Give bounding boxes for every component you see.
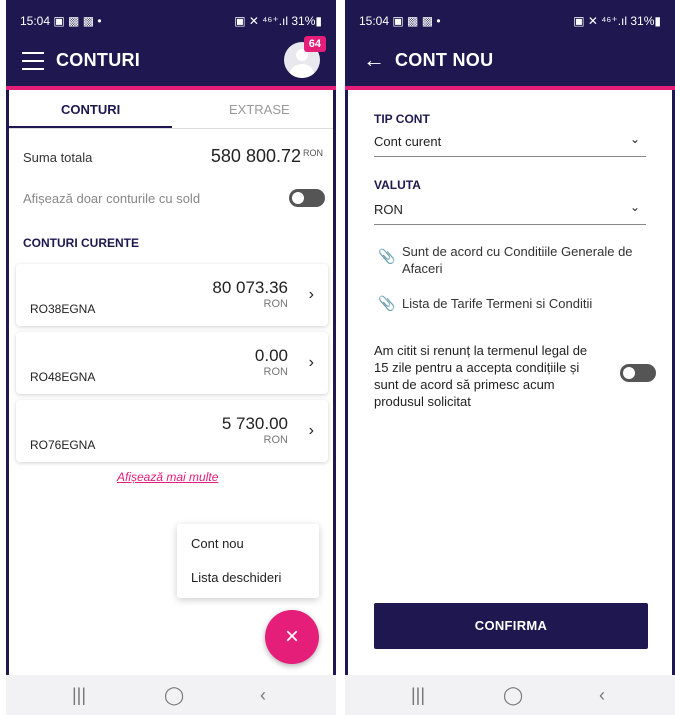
phone-accounts: 15:04 ▣ ▩ ▩ • ▣ ✕ ⁴⁶⁺.ıl 31%▮ CONTURI 64… bbox=[6, 0, 336, 715]
close-icon: × bbox=[284, 623, 299, 650]
account-card[interactable]: 0.00 RON RO48EGNA › bbox=[16, 332, 328, 394]
account-type-select[interactable]: Cont curent ⌄ bbox=[374, 132, 646, 157]
currency-label: VALUTA bbox=[374, 178, 421, 192]
menu-item-new-account[interactable]: Cont nou bbox=[191, 536, 244, 551]
account-amount: 5 730.00 bbox=[221, 414, 288, 433]
status-time: 15:04 ▣ ▩ ▩ • bbox=[20, 14, 102, 28]
status-bar: 15:04 ▣ ▩ ▩ • ▣ ✕ ⁴⁶⁺.ıl 31%▮ bbox=[345, 0, 675, 36]
status-time: 15:04 ▣ ▩ ▩ • bbox=[359, 14, 441, 28]
account-currency: RON bbox=[263, 434, 288, 446]
account-iban: RO38EGNA bbox=[30, 302, 96, 316]
account-currency: RON bbox=[263, 366, 288, 378]
page-title: CONTURI bbox=[56, 50, 141, 70]
tab-bar: CONTURI EXTRASE bbox=[9, 90, 333, 129]
chevron-right-icon: › bbox=[308, 286, 314, 303]
back-nav-icon[interactable]: ‹ bbox=[260, 685, 266, 706]
consent-text: Am citit si renunț la termenul legal de … bbox=[374, 343, 588, 409]
terms-link[interactable]: Sunt de acord cu Conditiile Generale de … bbox=[402, 243, 646, 277]
account-iban: RO76EGNA bbox=[30, 438, 96, 452]
section-title: CONTURI CURENTE bbox=[23, 236, 139, 250]
tariffs-link[interactable]: Lista de Tarife Termeni si Conditii bbox=[402, 295, 646, 312]
chevron-right-icon: › bbox=[308, 422, 314, 439]
consent-toggle[interactable] bbox=[620, 364, 656, 382]
currency-select[interactable]: RON ⌄ bbox=[374, 200, 646, 225]
home-icon[interactable]: ◯ bbox=[503, 685, 523, 706]
account-type-value: Cont curent bbox=[374, 134, 442, 149]
currency-value: RON bbox=[374, 202, 403, 217]
menu-icon[interactable] bbox=[22, 52, 44, 70]
status-indicators: ▣ ✕ ⁴⁶⁺.ıl 31%▮ bbox=[573, 14, 661, 28]
account-card[interactable]: 80 073.36 RON RO38EGNA › bbox=[16, 264, 328, 326]
notification-badge: 64 bbox=[303, 36, 326, 52]
chevron-right-icon: › bbox=[308, 354, 314, 371]
phone-new-account: 15:04 ▣ ▩ ▩ • ▣ ✕ ⁴⁶⁺.ıl 31%▮ ← CONT NOU… bbox=[345, 0, 675, 715]
total-value: 580 800.72 bbox=[210, 146, 301, 166]
app-bar: ← CONT NOU bbox=[345, 36, 675, 88]
paperclip-icon: 📎 bbox=[378, 295, 396, 311]
recents-icon[interactable]: ||| bbox=[72, 685, 86, 706]
tab-indicator bbox=[9, 126, 172, 128]
paperclip-icon: 📎 bbox=[378, 248, 396, 264]
close-fab-button[interactable]: × bbox=[265, 610, 319, 664]
account-card[interactable]: 5 730.00 RON RO76EGNA › bbox=[16, 400, 328, 462]
menu-item-open-list[interactable]: Lista deschideri bbox=[191, 570, 281, 585]
new-account-screen: TIP CONT Cont curent ⌄ VALUTA RON ⌄ 📎 Su… bbox=[348, 90, 672, 675]
app-bar: CONTURI 64 bbox=[6, 36, 336, 88]
balance-filter-toggle[interactable] bbox=[289, 189, 325, 207]
home-icon[interactable]: ◯ bbox=[164, 685, 184, 706]
account-currency: RON bbox=[263, 298, 288, 310]
account-iban: RO48EGNA bbox=[30, 370, 96, 384]
chevron-down-icon: ⌄ bbox=[629, 132, 640, 146]
page-title: CONT NOU bbox=[395, 50, 494, 70]
status-indicators: ▣ ✕ ⁴⁶⁺.ıl 31%▮ bbox=[234, 14, 322, 28]
tab-conturi[interactable]: CONTURI bbox=[61, 102, 120, 117]
account-type-label: TIP CONT bbox=[374, 112, 430, 126]
system-nav-bar: ||| ◯ ‹ bbox=[345, 675, 675, 715]
back-nav-icon[interactable]: ‹ bbox=[599, 685, 605, 706]
account-amount: 0.00 bbox=[254, 346, 288, 365]
chevron-down-icon: ⌄ bbox=[629, 200, 640, 214]
account-amount: 80 073.36 bbox=[212, 278, 288, 297]
arrow-left-icon[interactable]: ← bbox=[363, 47, 385, 73]
accounts-screen: CONTURI EXTRASE Suma totala 580 800.72 R… bbox=[9, 90, 333, 675]
fab-menu: Cont nou Lista deschideri bbox=[177, 524, 319, 598]
system-nav-bar: ||| ◯ ‹ bbox=[6, 675, 336, 715]
total-currency: RON bbox=[303, 148, 323, 158]
confirm-button[interactable]: CONFIRMA bbox=[374, 603, 648, 649]
show-more-link[interactable]: Afișează mai multe bbox=[117, 470, 218, 484]
total-label: Suma totala bbox=[23, 150, 93, 165]
status-bar: 15:04 ▣ ▩ ▩ • ▣ ✕ ⁴⁶⁺.ıl 31%▮ bbox=[6, 0, 336, 36]
tab-extrase[interactable]: EXTRASE bbox=[229, 102, 290, 117]
recents-icon[interactable]: ||| bbox=[411, 685, 425, 706]
filter-label: Afișează doar conturile cu sold bbox=[23, 191, 201, 206]
